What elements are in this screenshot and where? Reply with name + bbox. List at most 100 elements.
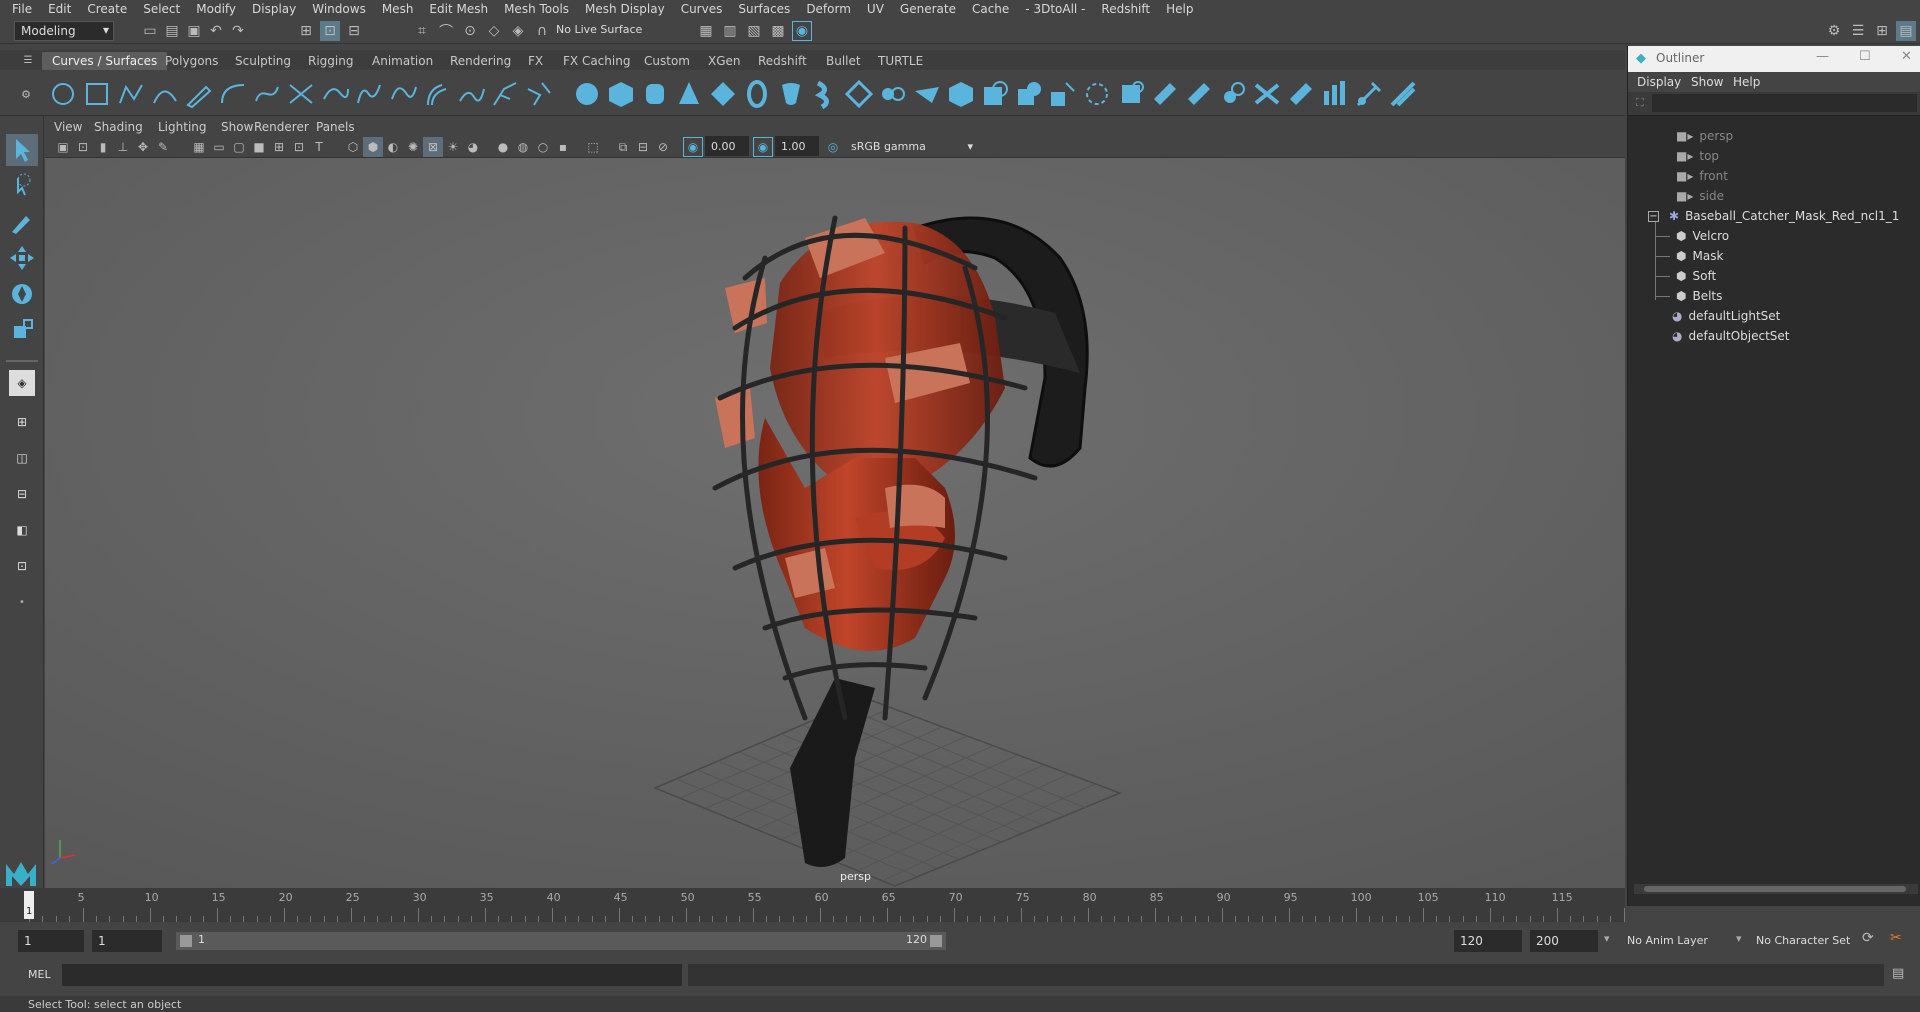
outliner-item-persp[interactable]: ■▸ persp <box>1676 126 1733 146</box>
depth-of-field-icon[interactable]: ▪ <box>553 137 573 157</box>
exposure-field[interactable]: 0.00 <box>705 136 749 156</box>
open-close-surfaces-icon[interactable] <box>1252 79 1282 109</box>
attach-curves-icon[interactable] <box>286 79 316 109</box>
menu-redshift[interactable]: Redshift <box>1093 2 1158 16</box>
tab-rendering[interactable]: Rendering <box>440 52 521 70</box>
safe-title-icon[interactable]: T <box>309 137 329 157</box>
range-end-handle[interactable] <box>930 935 942 947</box>
ipr-render-icon[interactable]: ▥ <box>720 21 740 41</box>
nurbs-cone-icon[interactable] <box>674 79 704 109</box>
menu-select[interactable]: Select <box>135 2 188 16</box>
gate-mask-icon[interactable]: ■ <box>249 137 269 157</box>
menu-help[interactable]: Help <box>1158 2 1201 16</box>
isolate-select-icon[interactable]: ⬚ <box>583 137 603 157</box>
camera-select-icon[interactable]: ▣ <box>53 137 73 157</box>
outliner-item-default-object-set[interactable]: ◕ defaultObjectSet <box>1672 326 1790 346</box>
menu-windows[interactable]: Windows <box>304 2 374 16</box>
square-surface-icon[interactable] <box>1014 79 1044 109</box>
tab-polygons[interactable]: Polygons <box>155 52 228 70</box>
filter-icon[interactable]: ⛶ <box>1636 96 1644 110</box>
menu-mesh-display[interactable]: Mesh Display <box>577 2 673 16</box>
snap-plane-icon[interactable]: ◇ <box>484 21 504 41</box>
tab-bullet[interactable]: Bullet <box>816 52 871 70</box>
bevel-plus-icon[interactable] <box>946 79 976 109</box>
anti-aliasing-icon[interactable]: ○ <box>533 137 553 157</box>
outliner-item-front[interactable]: ■▸ front <box>1676 166 1728 186</box>
use-all-lights-icon[interactable]: ☀ <box>443 137 463 157</box>
outliner-item-default-light-set[interactable]: ◕ defaultLightSet <box>1672 306 1780 326</box>
attribute-editor-icon[interactable]: ⊞ <box>1872 21 1892 41</box>
menu-display[interactable]: Display <box>244 2 304 16</box>
menu-surfaces[interactable]: Surfaces <box>730 2 798 16</box>
screen-space-ao-icon[interactable]: ● <box>493 137 513 157</box>
viewport-menu-panels[interactable]: Panels <box>316 120 355 134</box>
attach-surfaces-icon[interactable] <box>1184 79 1214 109</box>
project-curve-icon[interactable] <box>1150 79 1180 109</box>
outliner-item-top[interactable]: ■▸ top <box>1676 146 1719 166</box>
planar-icon[interactable] <box>844 79 874 109</box>
snap-grid-icon[interactable]: ⌗ <box>412 21 432 41</box>
trim-tool-icon[interactable] <box>1048 79 1078 109</box>
render-frame-icon[interactable]: ▦ <box>696 21 716 41</box>
extend-surfaces-icon[interactable] <box>1320 79 1350 109</box>
outliner-item-velcro[interactable]: ⬢ Velcro <box>1656 226 1729 246</box>
scale-tool-icon[interactable] <box>6 314 38 346</box>
intersect-surfaces-icon[interactable] <box>1116 79 1146 109</box>
chevron-down-icon[interactable]: ▾ <box>1604 932 1610 945</box>
nurbs-torus-icon[interactable] <box>742 79 772 109</box>
xray-components-icon[interactable]: ⊘ <box>653 137 673 157</box>
menu-uv[interactable]: UV <box>859 2 892 16</box>
camera-lock-icon[interactable]: ⊡ <box>73 137 93 157</box>
image-plane-icon[interactable]: ⊥ <box>113 137 133 157</box>
close-icon[interactable]: ✕ <box>1901 49 1912 64</box>
persp-uv-layout-icon[interactable]: ⊡ <box>6 550 38 582</box>
tab-curves-surfaces[interactable]: Curves / Surfaces <box>42 52 168 70</box>
outliner-item-root[interactable]: − ✱ Baseball_Catcher_Mask_Red_ncl1_1 <box>1648 206 1899 226</box>
playback-end-field[interactable]: 120 <box>1454 930 1522 952</box>
shadows-icon[interactable]: ◕ <box>463 137 483 157</box>
paint-select-icon[interactable] <box>6 206 38 238</box>
rotate-tool-icon[interactable] <box>6 278 38 310</box>
nurbs-circle-icon[interactable] <box>48 79 78 109</box>
tab-xgen[interactable]: XGen <box>698 52 751 70</box>
tab-sculpting[interactable]: Sculpting <box>225 52 301 70</box>
viewport-menu-lighting[interactable]: Lighting <box>158 120 207 134</box>
revolve-icon[interactable] <box>776 79 806 109</box>
live-surface-label[interactable]: No Live Surface <box>556 23 642 36</box>
pencil-curve-icon[interactable] <box>184 79 214 109</box>
range-slider[interactable]: 1 120 <box>176 932 946 950</box>
outliner-horizontal-scrollbar[interactable] <box>1634 884 1918 894</box>
boundary-icon[interactable] <box>980 79 1010 109</box>
playback-start-field[interactable]: 1 <box>92 930 162 952</box>
outliner-item-side[interactable]: ■▸ side <box>1676 186 1724 206</box>
perspective-viewport[interactable]: persp <box>45 158 1625 888</box>
outliner-toggle-icon[interactable]: ▤ <box>1896 21 1916 41</box>
insert-knot-icon[interactable] <box>354 79 384 109</box>
offset-curve-icon[interactable] <box>422 79 452 109</box>
add-points-icon[interactable] <box>490 79 520 109</box>
channel-box-icon[interactable]: ☰ <box>1848 21 1868 41</box>
select-tool-icon[interactable] <box>6 134 38 166</box>
nurbs-plane-icon[interactable] <box>708 79 738 109</box>
snap-point-icon[interactable]: ⊙ <box>460 21 480 41</box>
move-tool-icon[interactable] <box>6 242 38 274</box>
birail-icon[interactable] <box>912 79 942 109</box>
gamma-field[interactable]: 1.00 <box>775 136 819 156</box>
gamma-icon[interactable]: ◉ <box>753 137 773 157</box>
film-gate-icon[interactable]: ▭ <box>209 137 229 157</box>
redo-icon[interactable]: ↷ <box>228 21 248 41</box>
menu-edit-mesh[interactable]: Edit Mesh <box>421 2 496 16</box>
bookmark-icon[interactable]: ▮ <box>93 137 113 157</box>
nurbs-square-icon[interactable] <box>82 79 112 109</box>
snap-surface-icon[interactable]: ◈ <box>508 21 528 41</box>
tab-fx-caching[interactable]: FX Caching <box>553 52 640 70</box>
color-space-selector[interactable]: sRGB gamma ▾ <box>845 136 979 156</box>
tab-fx[interactable]: FX <box>518 52 553 70</box>
persp-outliner-layout-icon[interactable]: ◫ <box>6 442 38 474</box>
tab-animation[interactable]: Animation <box>362 52 443 70</box>
tab-rigging[interactable]: Rigging <box>298 52 363 70</box>
auto-key-icon[interactable]: ⟳ <box>1862 930 1874 946</box>
bezier-curve-icon[interactable] <box>252 79 282 109</box>
detach-curves-icon[interactable] <box>320 79 350 109</box>
select-hierarchy-icon[interactable]: ⊞ <box>296 21 316 41</box>
